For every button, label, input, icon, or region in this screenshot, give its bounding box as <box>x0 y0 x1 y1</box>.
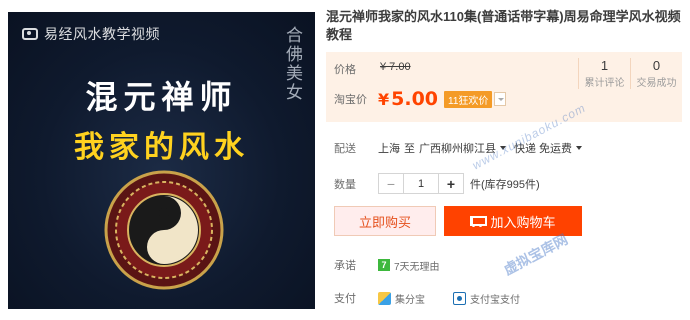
stat-transactions: 0 交易成功 <box>630 58 682 89</box>
currency-symbol: ¥ <box>378 90 390 109</box>
buy-now-button[interactable]: 立即购买 <box>334 206 436 236</box>
image-title-line1: 混元禅师 <box>85 78 238 116</box>
stat-reviews-label: 累计评论 <box>584 78 625 89</box>
add-to-cart-label: 加入购物车 <box>490 214 556 230</box>
image-watermark: 易经风水教学视频 <box>22 24 160 44</box>
promo-price-label: 淘宝价 <box>334 94 367 106</box>
cart-icon <box>470 215 488 227</box>
payment-jifenbao[interactable]: 集分宝 <box>378 291 425 306</box>
alipay-icon <box>453 291 466 305</box>
shipping-label: 配送 <box>334 143 356 155</box>
price-box: 价格 ¥ 7.00 淘宝价 ¥5.00 11狂欢价 1 累计评论 0 交易成功 <box>326 52 682 122</box>
commitment-text[interactable]: 7天无理由 <box>394 258 440 273</box>
stats: 1 累计评论 0 交易成功 <box>578 58 682 89</box>
product-title: 混元禅师我家的风水110集(普通话带字幕)周易命理学风水视频教程 <box>326 9 681 42</box>
shipping-to-word: 至 <box>404 143 415 155</box>
method-chevron-down-icon[interactable] <box>576 146 583 150</box>
shipping-from: 上海 <box>378 143 400 155</box>
quantity-label: 数量 <box>334 178 356 191</box>
stock-info: 件(库存995件) <box>470 178 540 191</box>
seven-day-return-icon: 7 <box>378 259 390 271</box>
increase-button[interactable]: + <box>439 174 463 193</box>
video-camera-icon <box>22 28 38 40</box>
quantity-input[interactable] <box>403 174 439 193</box>
payment-label: 支付 <box>334 293 356 305</box>
original-price-label: 价格 <box>334 64 356 76</box>
commitment-label: 承诺 <box>334 260 356 272</box>
image-watermark-text: 易经风水教学视频 <box>44 26 160 42</box>
decrease-button[interactable]: − <box>379 174 403 193</box>
action-buttons: 立即购买 加入购物车 <box>334 206 682 236</box>
original-price: ¥ 7.00 <box>380 61 411 73</box>
stat-reviews[interactable]: 1 累计评论 <box>578 58 630 89</box>
stat-transactions-count: 0 <box>652 58 661 73</box>
payment-alipay[interactable]: 支付宝支付 <box>453 291 520 306</box>
chevron-down-icon[interactable] <box>494 92 507 106</box>
taiji-emblem-icon <box>104 170 224 290</box>
promo-price: ¥5.00 <box>378 88 438 110</box>
jifenbao-icon <box>378 291 391 305</box>
stat-reviews-count: 1 <box>600 58 609 73</box>
payment-row: 支付 集分宝 支付宝支付 <box>334 290 682 306</box>
quantity-row: 数量 − + 件(库存995件) <box>334 173 682 194</box>
quantity-stepper: − + <box>378 173 464 194</box>
image-title-line2: 我家的风水 <box>74 130 249 165</box>
product-image[interactable]: 易经风水教学视频 合佛美女 混元禅师 我家的风水 <box>8 12 315 309</box>
promo-badge[interactable]: 11狂欢价 <box>444 90 493 108</box>
stat-transactions-label: 交易成功 <box>636 78 677 89</box>
payment-method-label: 集分宝 <box>395 294 425 306</box>
promo-price-value: 5.00 <box>391 88 439 110</box>
payment-method-label: 支付宝支付 <box>470 294 520 306</box>
